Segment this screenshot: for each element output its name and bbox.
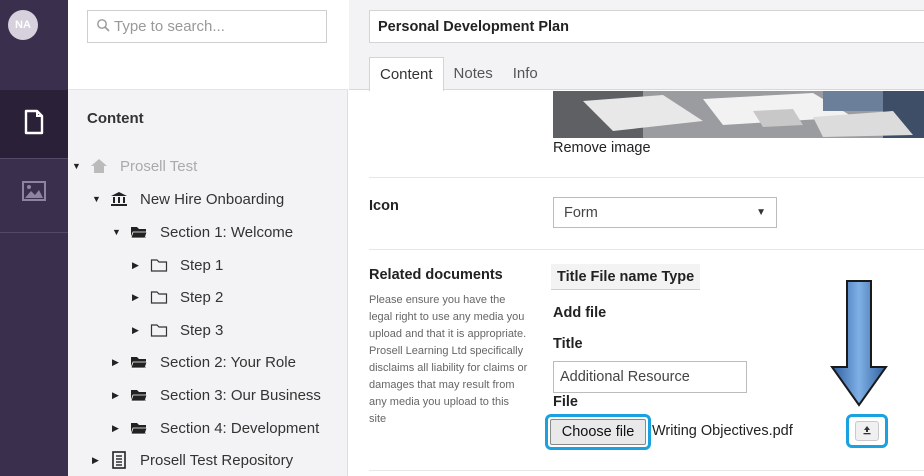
- tab-notes[interactable]: Notes: [444, 57, 503, 90]
- caret-down-icon[interactable]: ▼: [92, 194, 102, 204]
- tree-node-label: Step 1: [180, 256, 224, 274]
- upload-icon: [862, 422, 872, 440]
- tree-node-label: Section 1: Welcome: [160, 223, 294, 241]
- tree-node-label: Prosell Test: [120, 157, 198, 175]
- column-title: Title: [557, 268, 587, 285]
- tree-node-label: Section 2: Your Role: [160, 353, 296, 371]
- file-field-label: File: [553, 394, 578, 410]
- caret-down-icon[interactable]: ▼: [112, 227, 122, 237]
- left-rail: NA: [0, 0, 68, 476]
- tree-title: Content: [87, 110, 144, 127]
- caret-right-icon[interactable]: ▶: [112, 390, 122, 401]
- selected-file-name: Writing Objectives.pdf: [652, 423, 793, 439]
- divider: [369, 470, 924, 471]
- folder-open-icon: [128, 223, 150, 241]
- divider: [369, 249, 924, 250]
- icon-select[interactable]: Form ▼: [553, 197, 777, 228]
- icon-label: Icon: [369, 198, 399, 214]
- tree-node-section-3[interactable]: ▶ Section 3: Our Business: [112, 383, 321, 407]
- folder-open-icon: [128, 353, 150, 371]
- folder-open-icon: [128, 419, 150, 437]
- tree-node-section-2[interactable]: ▶ Section 2: Your Role: [112, 350, 296, 374]
- rail-divider: [0, 232, 68, 233]
- caret-down-icon[interactable]: ▼: [72, 161, 82, 171]
- tree-header: Type to search...: [68, 0, 348, 90]
- tree-node-new-hire-onboarding[interactable]: ▼ New Hire Onboarding: [92, 187, 284, 211]
- add-file-heading: Add file: [553, 305, 607, 321]
- upload-button[interactable]: [855, 421, 879, 441]
- folder-icon: [148, 256, 170, 274]
- search-input[interactable]: Type to search...: [87, 10, 327, 43]
- tree-node-label: Section 4: Development: [160, 419, 320, 437]
- caret-right-icon[interactable]: ▶: [112, 423, 122, 434]
- column-type: Type: [661, 268, 695, 285]
- media-section-button[interactable]: [0, 159, 68, 227]
- chevron-down-icon: ▼: [756, 207, 766, 218]
- folder-icon: [148, 321, 170, 339]
- caret-right-icon[interactable]: ▶: [132, 292, 142, 303]
- tree-node-label: Step 3: [180, 321, 224, 339]
- column-file-name: File name: [590, 268, 658, 285]
- search-icon: [96, 18, 114, 36]
- tree-node-prosell-test[interactable]: ▼ Prosell Test: [72, 154, 197, 178]
- bank-icon: [108, 190, 130, 208]
- editor-tabs: Content Notes Info: [369, 57, 548, 91]
- caret-right-icon[interactable]: ▶: [92, 455, 102, 466]
- tree-node-step-2[interactable]: ▶ Step 2: [132, 285, 223, 309]
- down-arrow-annotation: [830, 280, 888, 407]
- caret-right-icon[interactable]: ▶: [132, 325, 142, 336]
- tree-node-label: Step 2: [180, 288, 224, 306]
- divider: [369, 177, 924, 178]
- search-placeholder: Type to search...: [114, 18, 225, 35]
- title-field-label: Title: [553, 336, 583, 352]
- document-icon: [23, 109, 45, 140]
- file-title-input[interactable]: Additional Resource: [553, 361, 747, 393]
- media-disclaimer: Please ensure you have the legal right t…: [369, 294, 528, 425]
- tree-node-section-4[interactable]: ▶ Section 4: Development: [112, 416, 319, 440]
- folder-icon: [148, 288, 170, 306]
- document-editor: Personal Development Plan Content Notes …: [349, 0, 924, 476]
- content-section-button[interactable]: [0, 90, 68, 158]
- tab-info[interactable]: Info: [503, 57, 548, 90]
- image-icon: [21, 180, 47, 207]
- tree-node-step-1[interactable]: ▶ Step 1: [132, 253, 223, 277]
- document-title-input[interactable]: Personal Development Plan: [369, 10, 924, 43]
- tree-node-step-3[interactable]: ▶ Step 3: [132, 318, 223, 342]
- tree-node-label: Prosell Test Repository: [140, 451, 294, 469]
- editor-header: Personal Development Plan Content Notes …: [349, 0, 924, 91]
- tree-node-section-1[interactable]: ▼ Section 1: Welcome: [112, 220, 293, 244]
- folder-open-icon: [128, 386, 150, 404]
- tree-node-prosell-test-repository[interactable]: ▶ Prosell Test Repository: [92, 448, 293, 472]
- choose-file-button[interactable]: Choose file: [550, 419, 646, 445]
- choose-file-highlight: Choose file: [545, 414, 651, 450]
- caret-right-icon[interactable]: ▶: [112, 357, 122, 368]
- tab-content[interactable]: Content: [369, 57, 444, 91]
- related-documents-label: Related documents: [369, 267, 503, 283]
- content-tree-pane: Type to search... Content ▼ Prosell Test…: [68, 0, 348, 476]
- upload-highlight: [846, 414, 888, 448]
- icon-select-value: Form: [564, 204, 598, 221]
- book-icon: [108, 451, 130, 469]
- home-icon: [88, 157, 110, 175]
- tree-node-label: New Hire Onboarding: [140, 190, 285, 208]
- remove-image-link[interactable]: Remove image: [553, 140, 651, 156]
- avatar[interactable]: NA: [8, 10, 38, 40]
- tree-node-label: Section 3: Our Business: [160, 386, 321, 404]
- caret-right-icon[interactable]: ▶: [132, 260, 142, 271]
- image-preview: [553, 91, 924, 138]
- related-documents-table-header: Title File name Type: [551, 264, 701, 290]
